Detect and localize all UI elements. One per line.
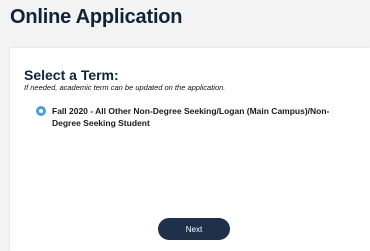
page-title: Online Application xyxy=(10,6,183,28)
radio-dot xyxy=(39,109,43,113)
term-option-label: Fall 2020 - All Other Non-Degree Seeking… xyxy=(52,106,330,128)
section-heading: Select a Term: xyxy=(24,67,119,83)
next-button[interactable]: Next xyxy=(158,218,230,240)
helper-text: If needed, academic term can be updated … xyxy=(24,83,226,92)
term-option-fall-2020[interactable]: Fall 2020 - All Other Non-Degree Seeking… xyxy=(36,105,366,129)
radio-selected-icon[interactable] xyxy=(36,106,46,116)
term-selection-card: Select a Term: If needed, academic term … xyxy=(10,48,370,251)
